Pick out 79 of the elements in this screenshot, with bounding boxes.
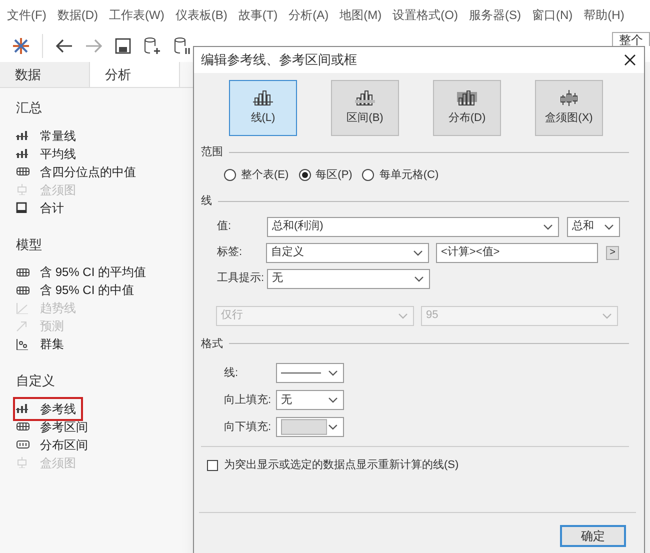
analytics-item[interactable]: 含 95% CI 的平均值 (16, 263, 150, 281)
logo-icon (12, 37, 30, 55)
radio-option[interactable]: 每区(P) (298, 166, 352, 183)
bar-chart-icon (253, 90, 273, 106)
dialog-title: 编辑参考线、参考区间或框 (201, 51, 357, 70)
group-heading: 线 (201, 194, 212, 209)
analytics-item[interactable]: 平均线 (16, 144, 80, 162)
line-style-dropdown[interactable] (276, 363, 344, 383)
menu-item[interactable]: 分析(A) (288, 6, 329, 24)
dropdown[interactable]: 总和 (567, 216, 620, 236)
panel-tab[interactable]: 数据 (0, 62, 90, 87)
view-dropdown[interactable]: 整个 (612, 32, 650, 46)
analytics-item[interactable]: 分布区间 (16, 436, 92, 454)
database-add-icon (143, 37, 161, 55)
menu-item[interactable]: 仪表板(B) (175, 6, 228, 24)
analytics-item[interactable]: 群集 (16, 335, 68, 353)
forward-icon (85, 38, 103, 54)
band-icon (16, 166, 30, 177)
field-label: 值: (217, 219, 232, 234)
reference-line-icon (16, 403, 30, 414)
ok-button[interactable]: 确定 (560, 525, 626, 547)
menu-item[interactable]: 窗口(N) (532, 6, 573, 24)
band-icon (16, 421, 30, 432)
color-swatch-icon (281, 419, 328, 435)
analytics-item[interactable]: 参考区间 (16, 418, 92, 436)
dropdown[interactable]: 无 (276, 390, 344, 410)
field-label: 向上填充: (224, 392, 272, 408)
menu-item[interactable]: 数据(D) (57, 6, 98, 24)
reference-line-icon (16, 148, 30, 159)
insert-button[interactable]: > (606, 246, 619, 260)
band-icon (16, 266, 30, 278)
menu-item[interactable]: 文件(F) (7, 6, 46, 24)
recalc-checkbox[interactable]: 为突出显示或选定的数据点显示重新计算的线(S) (194, 457, 459, 474)
section-heading: 自定义 (16, 372, 56, 390)
box-plot-icon (559, 90, 579, 106)
type-button[interactable]: 盒须图(X) (535, 80, 603, 136)
menu-item[interactable]: 服务器(S) (468, 6, 521, 24)
database-pause-icon (173, 37, 191, 55)
dropdown[interactable]: 总和(利润) (267, 216, 559, 236)
menu-item[interactable]: 故事(T) (238, 6, 278, 24)
radio-option[interactable]: 每单元格(C) (362, 166, 439, 183)
bar-chart-icon (457, 90, 477, 106)
group-heading: 格式 (201, 336, 223, 352)
band-icon (16, 284, 30, 296)
save-icon (115, 38, 131, 54)
field-label: 标签: (217, 245, 244, 260)
analytics-item[interactable]: 常量线 (16, 126, 80, 144)
analytics-item[interactable]: 合计 (16, 198, 68, 216)
analytics-item[interactable]: 参考线 (16, 400, 80, 418)
section-heading: 模型 (16, 236, 43, 254)
dropdown[interactable]: 无 (267, 268, 430, 288)
back-icon (55, 38, 73, 54)
label-text-field[interactable]: <计算><值> (436, 242, 598, 262)
type-button[interactable]: 区间(B) (331, 80, 399, 136)
section-heading: 汇总 (16, 99, 43, 117)
dropdown[interactable]: 自定义 (266, 242, 429, 262)
reference-line-icon (16, 130, 30, 141)
line-style-icon (281, 371, 321, 375)
type-button[interactable]: 线(L) (229, 80, 297, 136)
field-label: 线: (224, 366, 240, 381)
field-label: 向下填充: (224, 420, 272, 435)
close-button[interactable] (624, 54, 636, 66)
band-icon (16, 439, 30, 450)
bar-chart-icon (355, 90, 375, 106)
menu-item[interactable]: 设置格式(O) (392, 6, 458, 24)
radio-option[interactable]: 整个表(E) (224, 166, 289, 183)
field-label: 工具提示: (217, 271, 266, 286)
panel-tab[interactable]: 分析 (90, 62, 180, 87)
trend-icon (16, 302, 30, 314)
close-icon (624, 54, 636, 66)
group-heading: 范围 (201, 145, 223, 160)
type-button[interactable]: 分布(D) (433, 80, 501, 136)
fill-color-dropdown[interactable] (276, 417, 344, 437)
analytics-item[interactable]: 含 95% CI 的中值 (16, 281, 138, 299)
analytics-item[interactable]: 含四分位点的中值 (16, 162, 140, 180)
menu-item[interactable]: 地图(M) (340, 6, 382, 24)
menu-item[interactable]: 工作表(W) (109, 6, 164, 24)
scatter-icon (16, 338, 30, 350)
menu-item[interactable]: 帮助(H) (584, 6, 624, 24)
